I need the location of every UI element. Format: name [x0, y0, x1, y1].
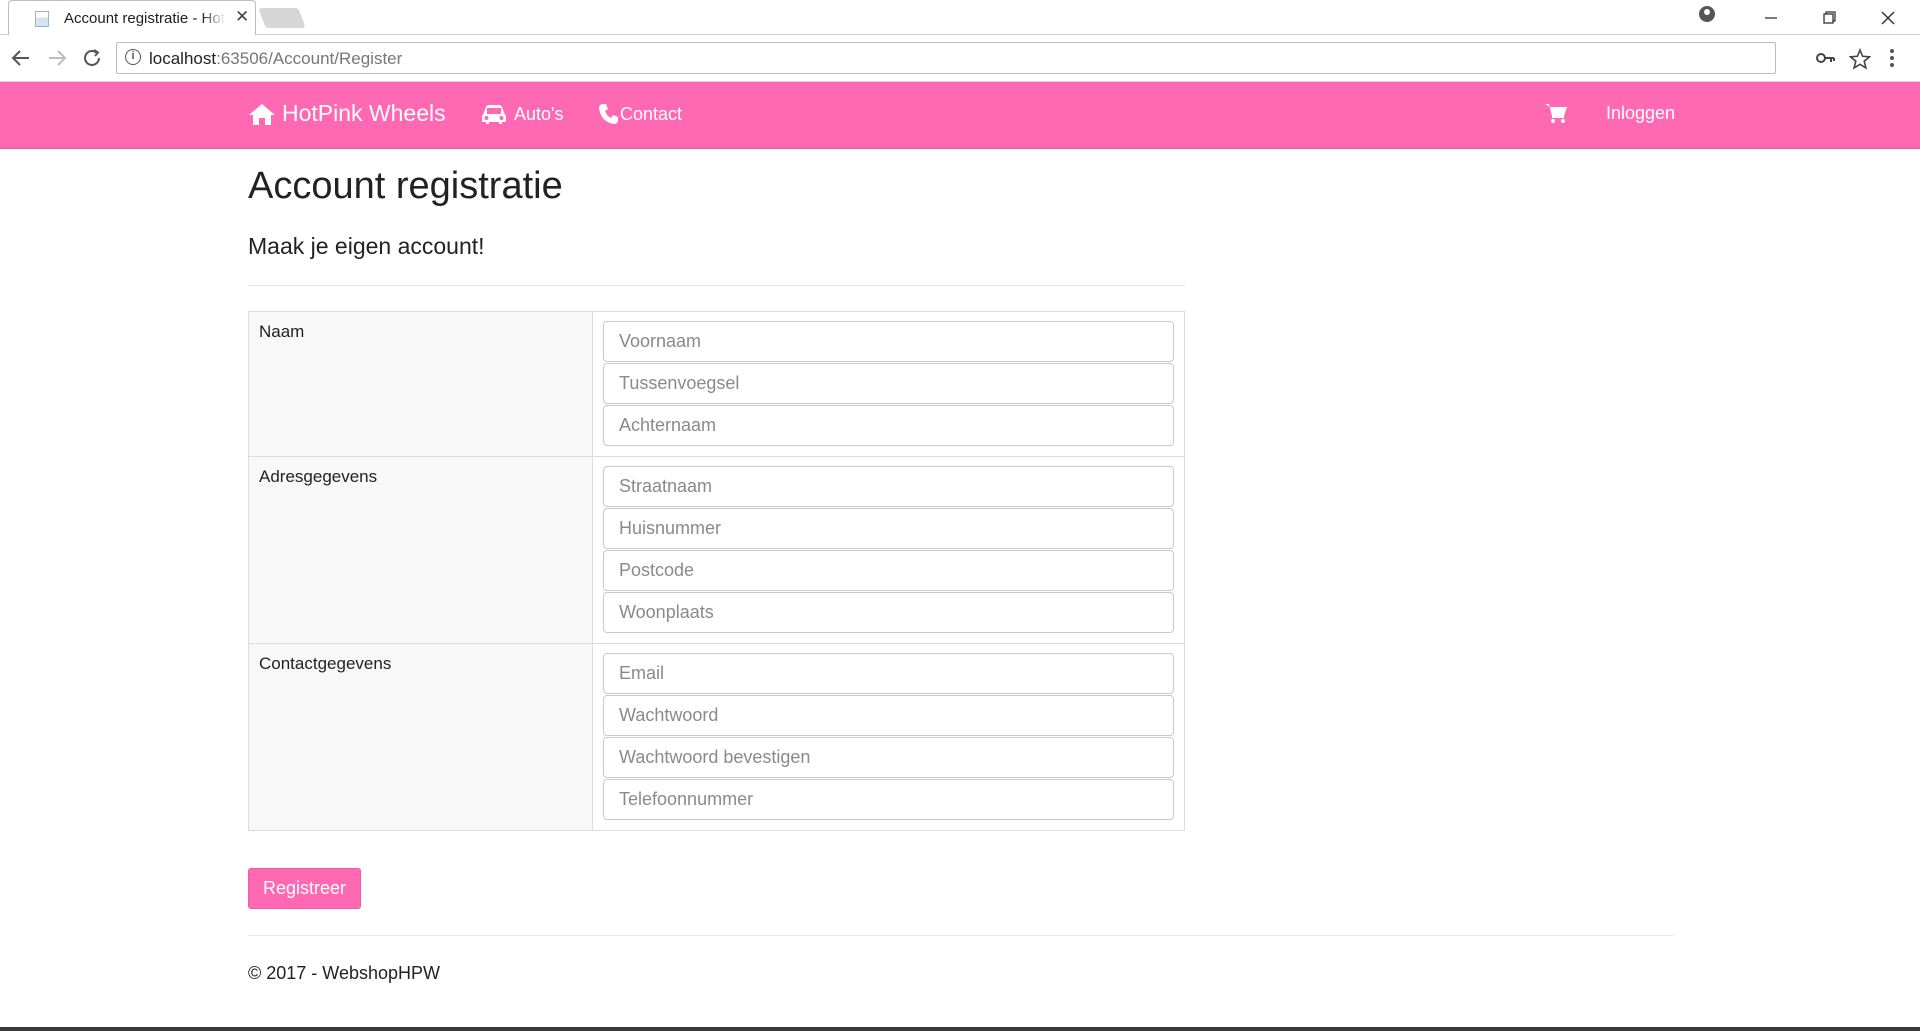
password-input[interactable]: [603, 695, 1174, 736]
profile-icon[interactable]: [1699, 6, 1715, 22]
password-confirm-input[interactable]: [603, 737, 1174, 778]
section-label: Naam: [248, 311, 593, 457]
forward-arrow-icon[interactable]: [46, 48, 72, 68]
car-icon: [482, 105, 506, 124]
footer-divider: [248, 935, 1674, 936]
tab-title: Account registratie - HotPink Wheels: [64, 10, 226, 27]
cart-icon[interactable]: [1544, 102, 1568, 124]
nav-link-label: Contact: [620, 103, 683, 124]
minimize-icon[interactable]: [1759, 8, 1783, 28]
browser-toolbar: i localhost:63506/Account/Register: [0, 35, 1920, 82]
menu-icon[interactable]: [1888, 47, 1898, 69]
star-icon[interactable]: [1849, 48, 1871, 70]
browser-tab[interactable]: Account registratie - HotPink Wheels ✕: [8, 0, 256, 36]
postcode-input[interactable]: [603, 550, 1174, 591]
brand-link[interactable]: HotPink Wheels: [248, 100, 446, 127]
section-label: Adresgegevens: [248, 456, 593, 644]
phone-input[interactable]: [603, 779, 1174, 820]
page-subtitle: Maak je eigen account!: [248, 233, 485, 259]
achternaam-input[interactable]: [603, 405, 1174, 446]
tussenvoegsel-input[interactable]: [603, 363, 1174, 404]
reload-icon[interactable]: [82, 48, 108, 68]
woonplaats-input[interactable]: [603, 592, 1174, 633]
phone-icon: [599, 104, 618, 124]
brand-name: HotPink Wheels: [282, 100, 446, 126]
register-button[interactable]: Registreer: [248, 868, 361, 909]
window-bottom-edge: [0, 1027, 1920, 1031]
key-icon[interactable]: [1815, 49, 1835, 67]
info-icon[interactable]: i: [125, 49, 141, 65]
address-bar[interactable]: i localhost:63506/Account/Register: [116, 42, 1871, 74]
close-icon[interactable]: [1876, 8, 1900, 28]
nav-link-label: Auto's: [514, 103, 564, 124]
email-input[interactable]: [603, 653, 1174, 694]
divider: [248, 285, 1185, 286]
voornaam-input[interactable]: [603, 321, 1174, 362]
form-section-naam: Naam: [248, 311, 1185, 457]
home-icon: [249, 103, 275, 125]
browser-tabstrip: Account registratie - HotPink Wheels ✕: [0, 0, 1920, 36]
url-text[interactable]: localhost:63506/Account/Register: [149, 49, 402, 69]
section-label: Contactgegevens: [248, 643, 593, 831]
form-section-contact: Contactgegevens: [248, 643, 1185, 831]
form-section-adres: Adresgegevens: [248, 456, 1185, 644]
back-arrow-icon[interactable]: [10, 48, 36, 68]
straatnaam-input[interactable]: [603, 466, 1174, 507]
registration-form: Naam Adresgegevens Contactgegevens: [248, 311, 1185, 831]
nav-link-contact[interactable]: Contact: [598, 103, 682, 125]
page-favicon-icon: [35, 11, 49, 27]
huisnummer-input[interactable]: [603, 508, 1174, 549]
tab-close-icon[interactable]: ✕: [235, 7, 249, 27]
new-tab-button[interactable]: [258, 8, 306, 28]
page-title: Account registratie: [248, 165, 563, 207]
nav-link-autos[interactable]: Auto's: [480, 103, 563, 125]
footer-text: © 2017 - WebshopHPW: [248, 963, 441, 983]
login-link[interactable]: Inloggen: [1606, 103, 1675, 124]
restore-icon[interactable]: [1817, 8, 1841, 28]
site-navbar: HotPink Wheels Auto's Contact Inloggen: [0, 82, 1920, 149]
